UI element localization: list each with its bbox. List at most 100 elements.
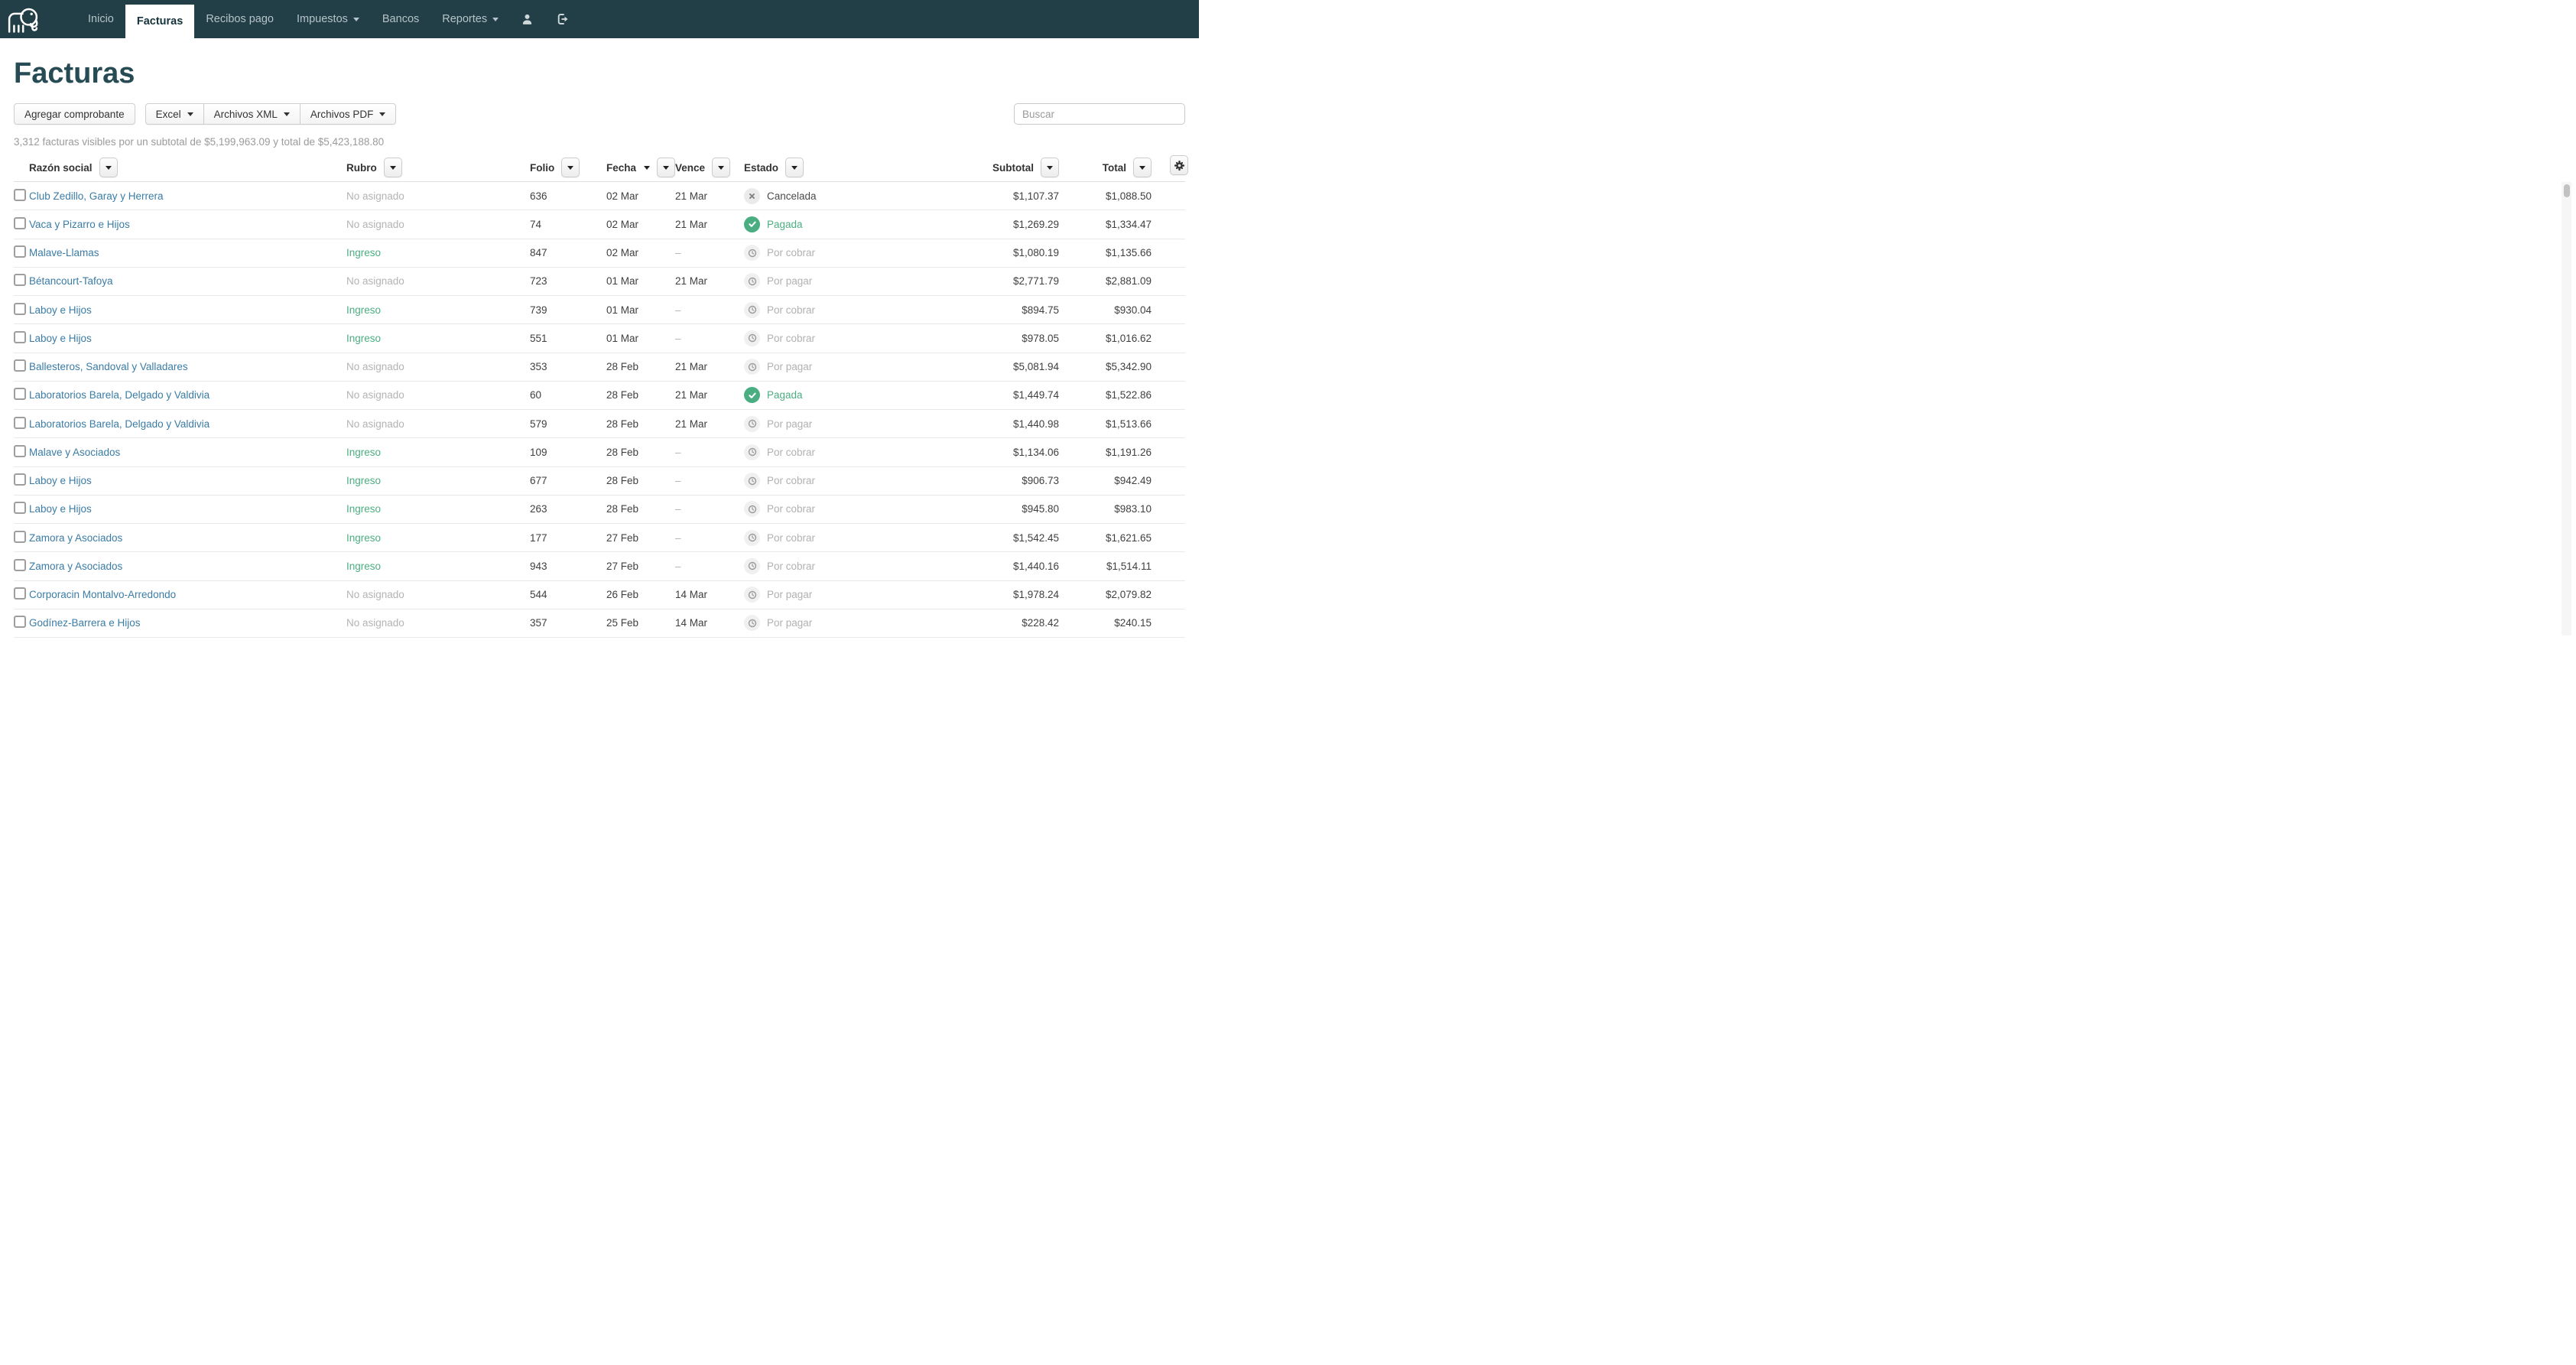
user-icon[interactable] xyxy=(510,0,544,38)
company-link[interactable]: Malave y Asociados xyxy=(29,447,120,458)
company-link[interactable]: Godínez-Barrera e Hijos xyxy=(29,617,141,629)
check-icon xyxy=(748,219,757,229)
pdf-dropdown-button[interactable]: Archivos PDF xyxy=(300,103,397,125)
header-label: Subtotal xyxy=(992,162,1034,174)
folio-value: 739 xyxy=(530,304,606,316)
subtotal-value: $5,081.94 xyxy=(966,361,1059,372)
row-checkbox[interactable] xyxy=(14,445,26,457)
row-checkbox[interactable] xyxy=(14,189,26,201)
status-pending-icon xyxy=(744,615,760,631)
table-row: Bétancourt-TafoyaNo asignado72301 Mar21 … xyxy=(14,268,1185,296)
nav-item-recibos-pago[interactable]: Recibos pago xyxy=(194,0,285,38)
company-link[interactable]: Zamora y Asociados xyxy=(29,532,122,544)
row-checkbox[interactable] xyxy=(14,417,26,429)
rubro-filter-button[interactable] xyxy=(384,158,402,177)
nav-item-impuestos[interactable]: Impuestos xyxy=(285,0,371,38)
row-checkbox[interactable] xyxy=(14,587,26,600)
fecha-value: 01 Mar xyxy=(606,275,675,287)
chevron-down-icon xyxy=(1139,166,1145,170)
company-link[interactable]: Laboy e Hijos xyxy=(29,475,92,486)
row-checkbox[interactable] xyxy=(14,473,26,486)
company-link[interactable]: Club Zedillo, Garay y Herrera xyxy=(29,190,164,202)
company-link[interactable]: Laboratorios Barela, Delgado y Valdivia xyxy=(29,418,210,430)
folio-value: 177 xyxy=(530,532,606,544)
nav-item-facturas[interactable]: Facturas xyxy=(125,5,194,38)
row-checkbox[interactable] xyxy=(14,303,26,315)
table-row: Laboy e HijosIngreso26328 Feb–Por cobrar… xyxy=(14,496,1185,524)
checkbox-cell xyxy=(14,473,29,488)
table-row: Malave y AsociadosIngreso10928 Feb–Por c… xyxy=(14,438,1185,466)
nav-item-bancos[interactable]: Bancos xyxy=(371,0,430,38)
vence-value: 21 Mar xyxy=(675,275,744,287)
vence-filter-button[interactable] xyxy=(712,158,730,177)
company-link[interactable]: Bétancourt-Tafoya xyxy=(29,275,113,287)
company-link[interactable]: Corporacin Montalvo-Arredondo xyxy=(29,589,176,600)
nav-item-inicio[interactable]: Inicio xyxy=(76,0,125,38)
company-link[interactable]: Laboy e Hijos xyxy=(29,503,92,515)
company-link[interactable]: Laboratorios Barela, Delgado y Valdivia xyxy=(29,389,210,401)
excel-dropdown-button[interactable]: Excel xyxy=(145,103,204,125)
row-checkbox[interactable] xyxy=(14,217,26,229)
subtotal-value: $945.80 xyxy=(966,503,1059,515)
table-row: Laboratorios Barela, Delgado y Valdivia N… xyxy=(14,382,1185,410)
estado-cell: Pagada xyxy=(744,387,966,403)
elephant-logo[interactable] xyxy=(0,0,47,38)
subtotal-value: $1,978.24 xyxy=(966,589,1059,600)
search-input[interactable] xyxy=(1014,103,1185,125)
estado-cell: Por cobrar xyxy=(744,473,966,489)
subtotal-filter-button[interactable] xyxy=(1041,158,1059,177)
row-checkbox[interactable] xyxy=(14,559,26,571)
estado-cell: Por cobrar xyxy=(744,558,966,574)
company-link[interactable]: Malave-Llamas xyxy=(29,247,99,258)
company-link[interactable]: Laboy e Hijos xyxy=(29,333,92,344)
folio-value: 357 xyxy=(530,617,606,629)
company-link[interactable]: Vaca y Pizarro e Hijos xyxy=(29,219,130,230)
company-link[interactable]: Ballesteros, Sandoval y Valladares xyxy=(29,361,188,372)
razon-social-filter-button[interactable] xyxy=(99,158,118,177)
summary-text: 3,312 facturas visibles por un subtotal … xyxy=(14,136,1185,148)
xml-dropdown-button[interactable]: Archivos XML xyxy=(204,103,300,125)
checkbox-cell xyxy=(14,559,29,574)
top-navbar: Inicio Facturas Recibos pago Impuestos B… xyxy=(0,0,1199,38)
row-checkbox[interactable] xyxy=(14,245,26,258)
vence-value: – xyxy=(675,333,744,344)
status-pagada-icon xyxy=(744,387,760,403)
status-pending-icon xyxy=(744,501,760,517)
status-pending-icon xyxy=(744,558,760,574)
row-checkbox[interactable] xyxy=(14,531,26,543)
row-checkbox[interactable] xyxy=(14,388,26,400)
folio-filter-button[interactable] xyxy=(561,158,580,177)
company-link[interactable]: Laboy e Hijos xyxy=(29,304,92,316)
status-pending-icon xyxy=(744,473,760,489)
fecha-value: 28 Feb xyxy=(606,361,675,372)
row-checkbox[interactable] xyxy=(14,359,26,372)
row-checkbox[interactable] xyxy=(14,502,26,514)
row-checkbox[interactable] xyxy=(14,331,26,343)
chevron-down-icon xyxy=(187,112,193,116)
total-filter-button[interactable] xyxy=(1133,158,1152,177)
header-rubro: Rubro xyxy=(346,158,530,177)
sign-out-icon[interactable] xyxy=(544,0,580,38)
add-comprobante-button[interactable]: Agregar comprobante xyxy=(14,103,135,125)
folio-value: 943 xyxy=(530,561,606,572)
sign-out-icon-glyph xyxy=(555,12,569,26)
header-fecha[interactable]: Fecha xyxy=(606,158,675,177)
vertical-scrollbar[interactable] xyxy=(2561,182,2571,635)
estado-filter-button[interactable] xyxy=(785,158,804,177)
scrollbar-thumb[interactable] xyxy=(2564,184,2570,197)
row-checkbox[interactable] xyxy=(14,616,26,628)
clock-icon xyxy=(748,447,757,457)
row-checkbox[interactable] xyxy=(14,274,26,286)
check-icon xyxy=(748,391,757,400)
header-label: Razón social xyxy=(29,162,93,174)
vence-value: – xyxy=(675,304,744,316)
gear-icon[interactable] xyxy=(1170,155,1188,175)
rubro-value: No asignado xyxy=(346,275,530,287)
nav-item-reportes[interactable]: Reportes xyxy=(430,0,510,38)
header-folio: Folio xyxy=(530,158,606,177)
status-label: Pagada xyxy=(767,389,803,401)
fecha-filter-button[interactable] xyxy=(657,158,675,177)
estado-cell: Por cobrar xyxy=(744,245,966,261)
rubro-value: No asignado xyxy=(346,389,530,401)
company-link[interactable]: Zamora y Asociados xyxy=(29,561,122,572)
